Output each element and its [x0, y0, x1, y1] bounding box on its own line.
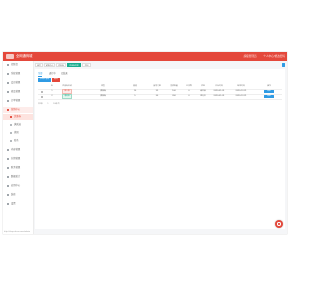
row-checkbox[interactable] [41, 90, 43, 93]
breadcrumb-item[interactable]: 优惠券 [56, 63, 66, 67]
sidebar-item-distribution[interactable]: 分销管理 [3, 156, 33, 162]
chat-icon[interactable] [275, 220, 283, 228]
sidebar-subitem-discount[interactable]: 满减送 [3, 122, 33, 128]
sidebar-item-dashboard[interactable]: 控制台 [3, 62, 33, 68]
user-name[interactable]: 超级管理员 [244, 55, 257, 58]
pager-total: 共2条 [38, 103, 43, 105]
menu-icon [7, 203, 9, 205]
menu-icon [7, 91, 9, 93]
sidebar-item-content[interactable]: 内容管理 [3, 147, 33, 153]
table-row[interactable]: 2 通用券 满减券 5 50 200 0 进行中 2020-01-01 2020… [38, 94, 282, 100]
sidebar-item-settings[interactable]: 设置 [3, 201, 33, 207]
tab-ongoing[interactable]: 进行中 [49, 71, 56, 76]
cell-received: 0 [188, 95, 190, 97]
user-area[interactable]: 超级管理员 个人中心/修改密码 [238, 54, 285, 59]
edit-button[interactable]: 编辑 [264, 95, 274, 98]
top-bar: 全网通商城 超级管理员 个人中心/修改密码 [3, 52, 287, 61]
menu-icon [10, 124, 12, 126]
menu-icon [7, 109, 9, 111]
breadcrumb-item[interactable]: 添加 [82, 63, 91, 67]
menu-icon [10, 116, 12, 118]
logo [6, 54, 14, 59]
cell-status: 进行中 [200, 95, 206, 97]
breadcrumb-item-active[interactable]: 优惠券列表 [67, 63, 81, 67]
cell-end: 2020-12-31 [235, 95, 247, 97]
sidebar-item-marketing[interactable]: 营销中心 [3, 107, 33, 113]
cell-id: 2 [51, 95, 53, 97]
app-window: 全网通商城 超级管理员 个人中心/修改密码 控制台 系统管理 会员管理 商品管理… [3, 52, 287, 234]
chat-icon-ring [277, 222, 281, 226]
cell-start: 2020-01-01 [213, 95, 225, 97]
sidebar-subitem-group[interactable]: 拼团 [3, 130, 33, 136]
sidebar-item-system[interactable]: 系统管理 [3, 71, 33, 77]
row-checkbox[interactable] [41, 95, 43, 98]
cell-total: 200 [172, 95, 176, 97]
delete-button[interactable]: 删除 [52, 78, 60, 82]
brand-name: 全网通商城 [16, 54, 33, 58]
menu-icon [7, 167, 9, 169]
menu-icon [7, 158, 9, 160]
name-badge: 新人券 [62, 89, 72, 94]
refresh-icon[interactable] [282, 63, 285, 67]
breadcrumb-item[interactable]: 首页 [35, 63, 43, 67]
pager-page[interactable]: 1 [47, 103, 48, 105]
sidebar-item-apps[interactable]: 应用中心 [3, 183, 33, 189]
sidebar-item-finance[interactable]: 财务管理 [3, 165, 33, 171]
sidebar-item-decoration[interactable]: 装修 [3, 192, 33, 198]
user-link[interactable]: 个人中心/修改密码 [263, 55, 285, 58]
sidebar-item-stats[interactable]: 数据统计 [3, 174, 33, 180]
cell-threshold: 50 [155, 95, 159, 97]
pager-size[interactable]: 10条/页 [53, 103, 60, 105]
sidebar-item-members[interactable]: 会员管理 [3, 80, 33, 86]
sidebar-item-products[interactable]: 商品管理 [3, 89, 33, 95]
status-url: http://shop.demo.com/admin [4, 231, 31, 233]
menu-icon [7, 100, 9, 102]
menu-icon [10, 140, 12, 142]
menu-icon [7, 149, 9, 151]
edit-button[interactable]: 编辑 [264, 90, 274, 93]
menu-icon [7, 194, 9, 196]
breadcrumb-item[interactable]: 营销中心 [44, 63, 55, 67]
sidebar-subitem-seckill[interactable]: 秒杀 [3, 138, 33, 144]
menu-icon [7, 176, 9, 178]
menu-icon [7, 185, 9, 187]
sidebar-item-orders[interactable]: 订单管理 [3, 98, 33, 104]
breadcrumb: 首页 营销中心 优惠券 优惠券列表 添加 [35, 63, 285, 67]
tab-ended[interactable]: 已结束 [61, 71, 68, 76]
cell-name: 通用券 [59, 94, 75, 99]
cell-type: 满减券 [100, 95, 106, 97]
menu-icon [7, 82, 9, 84]
name-badge: 通用券 [62, 94, 72, 99]
main-panel: 全部 进行中 已结束 添加优惠券 删除 ID 优惠券名称 类型 面值 使用门槛 … [35, 69, 285, 229]
pagination: 共2条 1 10条/页 [38, 102, 64, 106]
menu-icon [7, 73, 9, 75]
menu-icon [7, 64, 9, 66]
tab-all[interactable]: 全部 [38, 71, 43, 77]
sidebar-subitem-coupons[interactable]: 优惠券 [3, 114, 33, 120]
add-coupon-button[interactable]: 添加优惠券 [38, 78, 51, 82]
menu-icon [10, 132, 12, 134]
cell-value: 5 [134, 95, 136, 97]
sidebar: 控制台 系统管理 会员管理 商品管理 订单管理 营销中心 优惠券 满减送 拼团 … [3, 61, 34, 234]
